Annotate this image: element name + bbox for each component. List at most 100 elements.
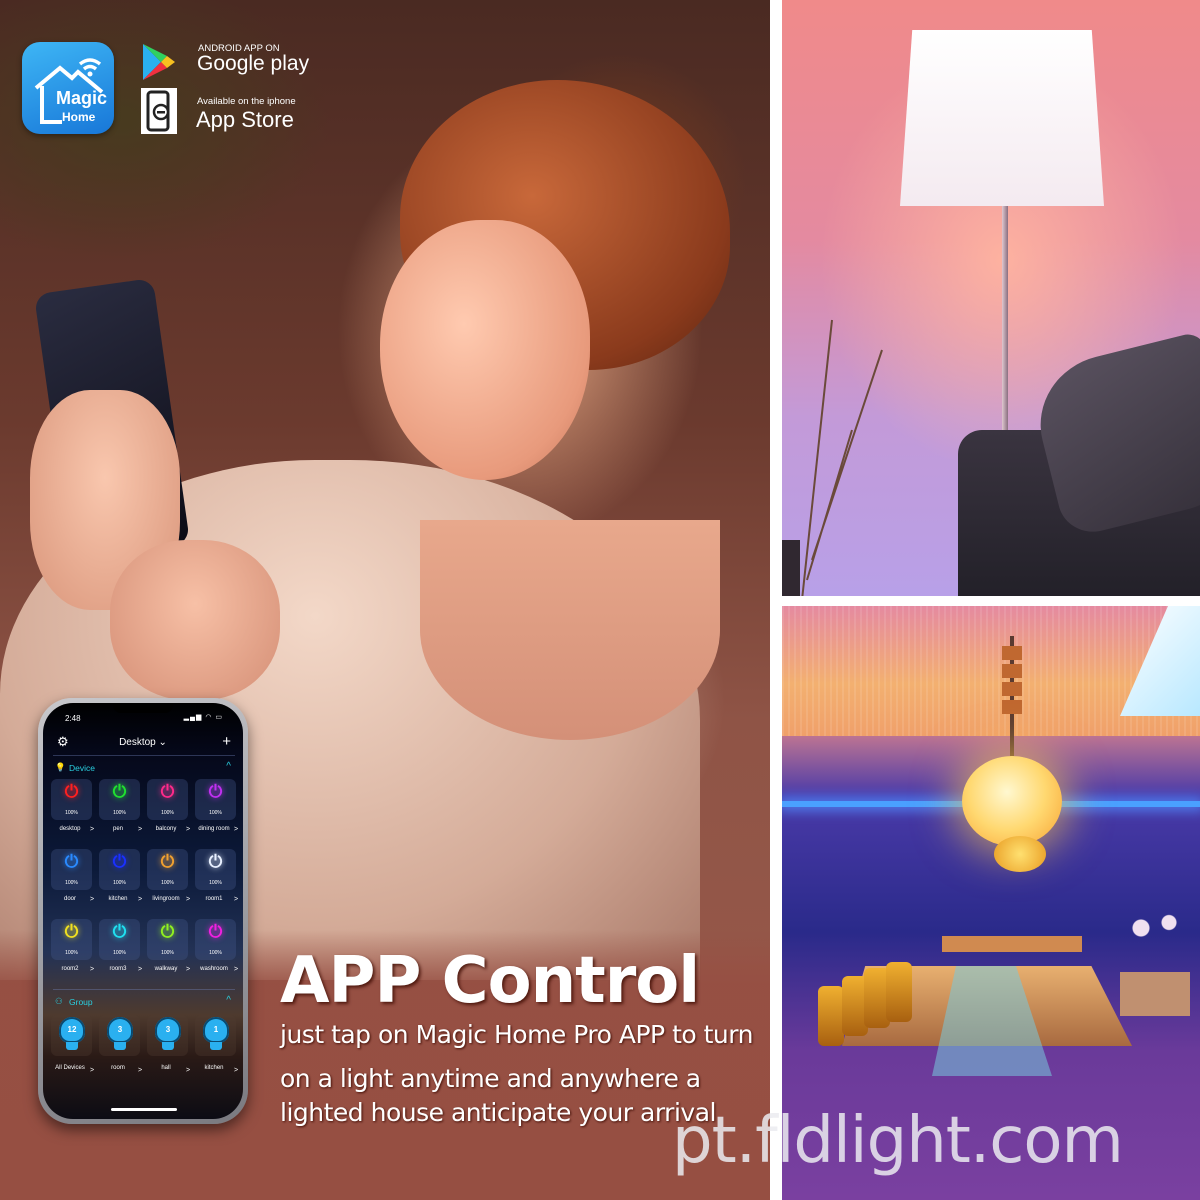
brightness-percent: 100% — [209, 880, 222, 886]
flower-vases — [1120, 906, 1190, 1016]
divider — [53, 989, 235, 990]
phone-mockup: 2:48 ▂▄▆ ◠ ▭ ⚙ Desktop ⌄ + 💡 Device ^ ⏻ 1… — [38, 698, 248, 1124]
brightness-percent: 100% — [65, 880, 78, 886]
app-icon-label-home: Home — [62, 110, 96, 124]
device-name[interactable]: pen — [95, 826, 141, 833]
device-tile[interactable]: ⏻ 100% — [51, 779, 92, 820]
app-store-label[interactable]: App Store — [196, 107, 294, 133]
power-icon[interactable]: ⏻ — [51, 783, 92, 801]
device-tile[interactable]: ⏻ 100% — [195, 779, 236, 820]
device-tile[interactable]: ⏻ 100% — [51, 919, 92, 960]
device-name[interactable]: dining room — [191, 826, 237, 833]
power-icon[interactable]: ⏻ — [147, 923, 188, 941]
chevron-right-icon[interactable]: > — [90, 1067, 94, 1074]
brightness-percent: 100% — [161, 810, 174, 816]
device-name[interactable]: livingroom — [143, 896, 189, 903]
chevron-up-icon[interactable]: ^ — [226, 761, 231, 772]
device-name[interactable]: room1 — [191, 896, 237, 903]
chevron-right-icon[interactable]: > — [186, 896, 190, 903]
ceiling — [782, 606, 1200, 736]
status-icons: ▂▄▆ ◠ ▭ — [183, 714, 223, 721]
brightness-percent: 100% — [209, 810, 222, 816]
group-name[interactable]: kitchen — [191, 1065, 237, 1072]
device-tile[interactable]: ⏻ 100% — [147, 849, 188, 890]
chevron-right-icon[interactable]: > — [138, 896, 142, 903]
paper-lantern-small — [994, 836, 1046, 872]
device-tile[interactable]: ⏻ 100% — [195, 849, 236, 890]
device-tile[interactable]: ⏻ 100% — [195, 919, 236, 960]
group-tile[interactable]: 3 — [147, 1015, 188, 1056]
device-name[interactable]: walkway — [143, 966, 189, 973]
power-icon[interactable]: ⏻ — [51, 923, 92, 941]
device-tile[interactable]: ⏻ 100% — [51, 849, 92, 890]
device-name[interactable]: washroom — [191, 966, 237, 973]
device-name[interactable]: desktop — [47, 826, 93, 833]
group-name[interactable]: hall — [143, 1065, 189, 1072]
chair — [818, 986, 844, 1046]
power-icon[interactable]: ⏻ — [195, 923, 236, 941]
chevron-right-icon[interactable]: > — [234, 896, 238, 903]
power-icon[interactable]: ⏻ — [147, 783, 188, 801]
chevron-right-icon[interactable]: > — [138, 826, 142, 833]
chevron-right-icon[interactable]: > — [90, 896, 94, 903]
chevron-right-icon[interactable]: > — [90, 966, 94, 973]
chevron-right-icon[interactable]: > — [234, 1067, 238, 1074]
iphone-icon[interactable] — [141, 88, 177, 134]
location-selector[interactable]: Desktop ⌄ — [43, 737, 243, 748]
group-tile[interactable]: 1 — [195, 1015, 236, 1056]
group-tile[interactable]: 12 — [51, 1015, 92, 1056]
google-play-icon[interactable] — [141, 42, 177, 82]
chevron-right-icon[interactable]: > — [186, 966, 190, 973]
paper-lantern — [962, 756, 1062, 846]
device-name[interactable]: kitchen — [95, 896, 141, 903]
group-name[interactable]: room — [95, 1065, 141, 1072]
headline: APP Control — [280, 944, 700, 1018]
device-tile[interactable]: ⏻ 100% — [99, 849, 140, 890]
subtext-line-2: on a light anytime and anywhere a — [280, 1064, 701, 1093]
device-name[interactable]: door — [47, 896, 93, 903]
power-icon[interactable]: ⏻ — [147, 853, 188, 871]
home-indicator[interactable] — [111, 1108, 177, 1111]
group-tile[interactable]: 3 — [99, 1015, 140, 1056]
app-screen: 2:48 ▂▄▆ ◠ ▭ ⚙ Desktop ⌄ + 💡 Device ^ ⏻ 1… — [43, 703, 243, 1119]
far-table — [942, 936, 1082, 952]
divider — [53, 755, 235, 756]
group-name[interactable]: All Devices — [47, 1065, 93, 1072]
subtext-line-3: lighted house anticipate your arrival — [280, 1098, 716, 1127]
device-name[interactable]: room3 — [95, 966, 141, 973]
app-store-caption: Available on the iphone — [197, 96, 296, 107]
device-tile[interactable]: ⏻ 100% — [147, 779, 188, 820]
power-icon[interactable]: ⏻ — [195, 783, 236, 801]
chevron-right-icon[interactable]: > — [186, 1067, 190, 1074]
device-name[interactable]: balcony — [143, 826, 189, 833]
power-icon[interactable]: ⏻ — [195, 853, 236, 871]
device-tile[interactable]: ⏻ 100% — [147, 919, 188, 960]
device-name[interactable]: room2 — [47, 966, 93, 973]
chevron-right-icon[interactable]: > — [234, 826, 238, 833]
chevron-right-icon[interactable]: > — [138, 1067, 142, 1074]
device-section-header[interactable]: 💡 Device ^ — [53, 761, 235, 777]
woman-hand-right — [110, 540, 280, 700]
magic-home-app-icon[interactable]: Magic Home — [22, 42, 114, 134]
brightness-percent: 100% — [113, 880, 126, 886]
group-section-header[interactable]: ⚇ Group ^ — [53, 995, 235, 1011]
bulb-count-icon: 12 — [59, 1017, 85, 1043]
add-device-button[interactable]: + — [222, 733, 231, 750]
device-tile[interactable]: ⏻ 100% — [99, 919, 140, 960]
power-icon[interactable]: ⏻ — [99, 923, 140, 941]
chevron-right-icon[interactable]: > — [138, 966, 142, 973]
bulb-base — [66, 1042, 78, 1050]
chevron-right-icon[interactable]: > — [234, 966, 238, 973]
brightness-percent: 100% — [161, 880, 174, 886]
pendant-blocks — [1002, 646, 1022, 716]
power-icon[interactable]: ⏻ — [99, 783, 140, 801]
chevron-right-icon[interactable]: > — [186, 826, 190, 833]
status-time: 2:48 — [65, 714, 81, 723]
chevron-right-icon[interactable]: > — [90, 826, 94, 833]
power-icon[interactable]: ⏻ — [51, 853, 92, 871]
subtext-line-1: just tap on Magic Home Pro APP to turn — [280, 1020, 753, 1049]
chevron-up-icon[interactable]: ^ — [226, 995, 231, 1006]
device-tile[interactable]: ⏻ 100% — [99, 779, 140, 820]
power-icon[interactable]: ⏻ — [99, 853, 140, 871]
google-play-label[interactable]: Google play — [197, 52, 309, 76]
